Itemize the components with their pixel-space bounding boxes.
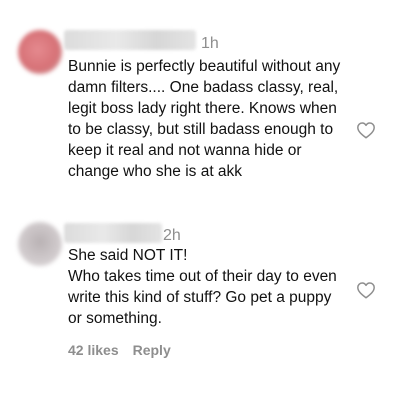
likes-count[interactable]: 42 likes [68,342,119,358]
comment-timestamp: 2h [163,227,181,244]
comment-1: 1h Bunnie is perfectly beautiful without… [0,0,400,210]
comment-timestamp: 1h [201,35,219,52]
comment-actions: 42 likes Reply [68,341,171,359]
username-redacted[interactable] [64,223,162,243]
comment-text: She said NOT IT! Who takes time out of t… [68,247,337,327]
avatar[interactable] [18,30,62,74]
heart-outline-icon[interactable] [356,281,376,299]
heart-outline-icon[interactable] [356,121,376,139]
comment-text: Bunnie is perfectly beautiful without an… [68,58,341,180]
comment-2: 2h She said NOT IT! Who takes time out o… [0,210,400,370]
username-redacted[interactable] [64,30,196,50]
reply-button[interactable]: Reply [133,342,171,358]
avatar[interactable] [18,222,62,266]
